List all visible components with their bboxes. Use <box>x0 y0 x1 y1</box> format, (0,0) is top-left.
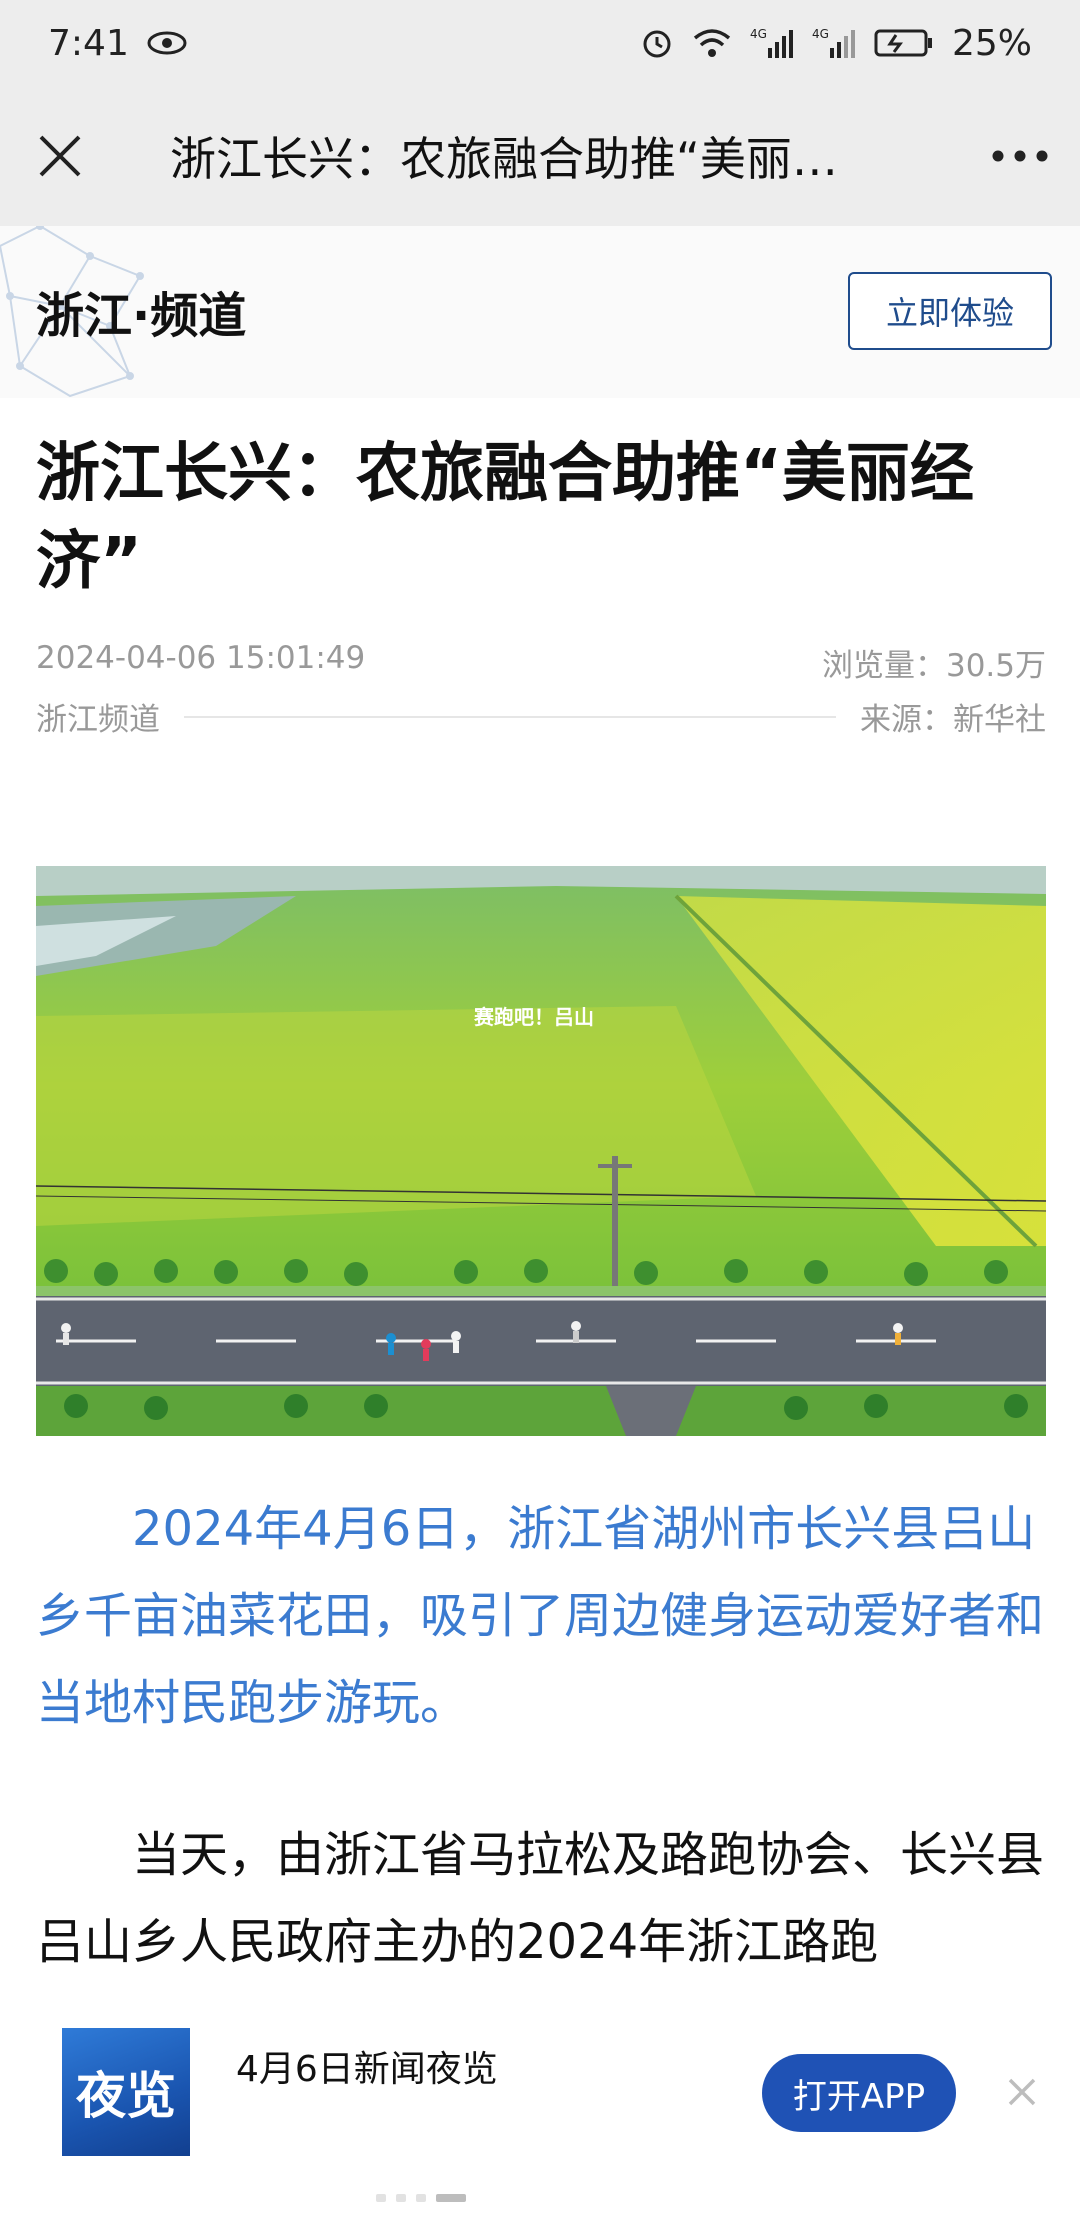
banner-close-button[interactable] <box>1000 2070 1044 2114</box>
nav-bar: 浙江长兴：农旅融合助推“美丽… <box>0 86 1080 226</box>
battery-level: 25% <box>951 22 1032 64</box>
publish-datetime: 2024-04-06 15:01:49 <box>36 640 366 676</box>
close-icon <box>1008 2078 1036 2106</box>
close-button[interactable] <box>0 86 120 226</box>
page-title: 浙江长兴：农旅融合助推“美丽… <box>170 132 838 186</box>
carousel-dot-active <box>436 2194 466 2202</box>
app-promo-banner[interactable]: 夜览 4月6日新闻夜览 打开APP <box>0 1990 1080 2240</box>
carousel-dot <box>396 2194 406 2202</box>
body-paragraph: 当天，由浙江省马拉松及路跑协会、长兴县吕山乡人民政府主办的2024年浙江路跑 <box>36 1827 1045 1970</box>
open-app-button[interactable]: 打开APP <box>762 2054 956 2132</box>
article-meta: 2024-04-06 15:01:49 浏览量：30.5万 <box>36 640 1046 685</box>
try-now-button[interactable]: 立即体验 <box>848 272 1052 350</box>
carousel-dot <box>376 2194 386 2202</box>
app-logo: 夜览 <box>62 2028 190 2156</box>
field-sign-text: 赛跑吧！吕山 <box>473 1005 594 1029</box>
more-dots-icon <box>992 150 1048 162</box>
article-source-row: 浙江频道 来源：新华社 <box>36 694 1046 739</box>
article-headline: 浙江长兴：农旅融合助推“美丽经济” <box>36 437 975 599</box>
channel-header: 浙江·频道 立即体验 <box>0 226 1080 398</box>
status-time: 7:41 <box>48 22 129 64</box>
svg-text:4G: 4G <box>750 27 767 41</box>
battery-icon <box>874 28 934 58</box>
view-count: 浏览量：30.5万 <box>821 648 1046 684</box>
more-button[interactable] <box>960 86 1080 226</box>
lead-paragraph: 2024年4月6日，浙江省湖州市长兴县吕山乡千亩油菜花田，吸引了周边健身运动爱好… <box>36 1501 1045 1731</box>
article-photo[interactable]: 赛跑吧！吕山 <box>36 866 1046 1436</box>
close-icon <box>39 135 81 177</box>
divider <box>184 715 836 718</box>
alarm-icon <box>640 26 674 60</box>
wifi-icon <box>692 27 732 59</box>
svg-text:4G: 4G <box>812 27 829 41</box>
rapeseed-field-illustration: 赛跑吧！吕山 <box>36 866 1046 1436</box>
carousel-indicator <box>376 2194 466 2202</box>
signal-icon-1: 4G <box>750 26 794 60</box>
eye-icon <box>147 30 187 56</box>
channel-label[interactable]: 浙江频道 <box>36 694 160 739</box>
channel-name: 浙江·频道 <box>36 288 247 344</box>
source-label: 来源：新华社 <box>860 702 1046 738</box>
status-bar: 7:41 4G 4G 25% <box>0 0 1080 86</box>
carousel-dot <box>416 2194 426 2202</box>
signal-icon-2: 4G <box>812 26 856 60</box>
banner-title: 4月6日新闻夜览 <box>236 2049 498 2090</box>
